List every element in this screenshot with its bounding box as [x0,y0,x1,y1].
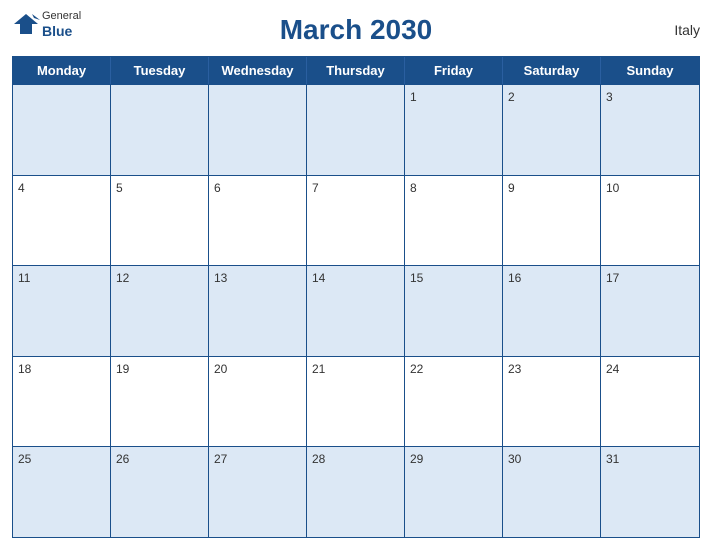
day-cell: 30 [503,447,601,537]
header-wednesday: Wednesday [209,57,307,84]
day-number: 11 [18,271,30,285]
day-cell: 5 [111,176,209,266]
day-cell [307,85,405,175]
logo-general: General [42,10,81,23]
day-cell: 11 [13,266,111,356]
day-cell: 27 [209,447,307,537]
day-cell: 9 [503,176,601,266]
day-number: 2 [508,90,515,104]
logo-blue: Blue [42,24,81,38]
day-number: 16 [508,271,521,285]
day-cell: 7 [307,176,405,266]
day-cell: 4 [13,176,111,266]
day-number: 12 [116,271,129,285]
day-number: 29 [410,452,423,466]
day-cell: 12 [111,266,209,356]
day-number: 15 [410,271,423,285]
week-row: 1 2 3 [13,84,699,175]
day-cell: 24 [601,357,699,447]
week-row: 11 12 13 14 15 16 17 [13,265,699,356]
week-row: 4 5 6 7 8 9 10 [13,175,699,266]
day-headers-row: Monday Tuesday Wednesday Thursday Friday… [13,57,699,84]
day-cell: 17 [601,266,699,356]
logo-bird-icon [12,10,40,38]
day-cell: 23 [503,357,601,447]
day-number: 4 [18,181,25,195]
day-number: 14 [312,271,325,285]
day-cell: 19 [111,357,209,447]
day-cell: 16 [503,266,601,356]
day-number: 6 [214,181,221,195]
day-number: 3 [606,90,613,104]
day-cell: 15 [405,266,503,356]
day-cell: 29 [405,447,503,537]
day-number: 23 [508,362,521,376]
day-number: 1 [410,90,417,104]
day-cell: 3 [601,85,699,175]
day-number: 21 [312,362,325,376]
day-cell: 31 [601,447,699,537]
header-tuesday: Tuesday [111,57,209,84]
day-number: 8 [410,181,417,195]
country-label: Italy [674,22,700,38]
day-number: 25 [18,452,31,466]
logo: General Blue [12,10,81,38]
day-number: 20 [214,362,227,376]
calendar-title: March 2030 [280,14,433,46]
day-cell [209,85,307,175]
calendar-grid: Monday Tuesday Wednesday Thursday Friday… [12,56,700,538]
day-cell: 10 [601,176,699,266]
day-number: 24 [606,362,619,376]
day-cell: 20 [209,357,307,447]
day-number: 13 [214,271,227,285]
day-number: 26 [116,452,129,466]
day-cell: 18 [13,357,111,447]
day-cell: 21 [307,357,405,447]
header-friday: Friday [405,57,503,84]
day-number: 17 [606,271,619,285]
week-row: 18 19 20 21 22 23 24 [13,356,699,447]
weeks-container: 1234567891011121314151617181920212223242… [13,84,699,537]
day-cell: 14 [307,266,405,356]
day-cell: 22 [405,357,503,447]
day-cell: 26 [111,447,209,537]
day-number: 5 [116,181,123,195]
day-number: 7 [312,181,319,195]
day-number: 9 [508,181,515,195]
day-cell: 13 [209,266,307,356]
day-cell: 28 [307,447,405,537]
logo-text: General Blue [42,10,81,37]
header-monday: Monday [13,57,111,84]
header-saturday: Saturday [503,57,601,84]
header-sunday: Sunday [601,57,699,84]
day-cell: 8 [405,176,503,266]
day-number: 18 [18,362,31,376]
day-number: 22 [410,362,423,376]
day-cell [111,85,209,175]
day-number: 28 [312,452,325,466]
day-cell: 1 [405,85,503,175]
day-cell [13,85,111,175]
day-cell: 6 [209,176,307,266]
day-number: 30 [508,452,521,466]
day-number: 27 [214,452,227,466]
day-cell: 25 [13,447,111,537]
day-number: 31 [606,452,619,466]
day-number: 10 [606,181,619,195]
header-thursday: Thursday [307,57,405,84]
day-cell: 2 [503,85,601,175]
calendar-header: General Blue March 2030 Italy [12,10,700,50]
day-number: 19 [116,362,129,376]
week-row: 25 26 27 28 29 30 31 [13,446,699,537]
calendar-wrapper: General Blue March 2030 Italy Monday Tue… [0,0,712,550]
